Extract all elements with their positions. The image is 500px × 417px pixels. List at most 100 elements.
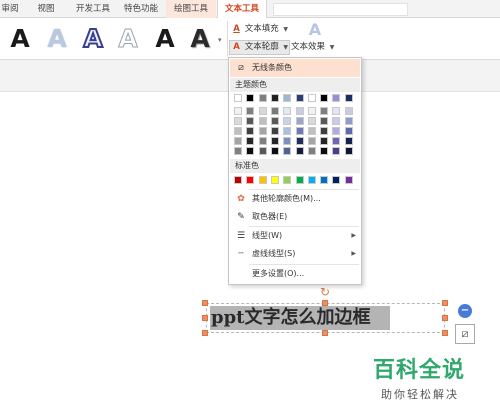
text-effect-icon[interactable]: A <box>302 21 328 38</box>
standard-color-swatch[interactable] <box>332 176 341 184</box>
theme-color-tint-swatch[interactable] <box>295 147 304 155</box>
wordart-style-5[interactable]: A <box>150 23 180 55</box>
resize-handle[interactable] <box>322 330 328 336</box>
standard-color-swatch[interactable] <box>295 176 304 184</box>
text-fill-button[interactable]: A 文本填充 ▼ <box>231 22 288 37</box>
standard-color-swatch[interactable] <box>258 176 267 184</box>
tab-review[interactable]: 审阅 <box>0 0 20 18</box>
theme-color-swatch[interactable] <box>234 94 242 102</box>
tab-special-features[interactable]: 特色功能 <box>118 0 164 18</box>
theme-color-tint-swatch[interactable] <box>270 147 279 155</box>
theme-color-tint-swatch[interactable] <box>307 107 316 115</box>
theme-color-tint-swatch[interactable] <box>320 147 329 155</box>
theme-color-tint-swatch[interactable] <box>332 137 341 145</box>
theme-color-tint-swatch[interactable] <box>246 147 255 155</box>
minus-circle-icon[interactable]: − <box>458 304 472 318</box>
theme-color-tint-swatch[interactable] <box>283 147 292 155</box>
search-input[interactable] <box>273 3 408 16</box>
resize-handle[interactable] <box>442 300 448 306</box>
theme-color-swatch[interactable] <box>258 94 267 102</box>
tab-developer[interactable]: 开发工具 <box>70 0 116 18</box>
theme-color-tint-swatch[interactable] <box>332 117 341 125</box>
resize-handle[interactable] <box>202 300 208 306</box>
rotate-handle-icon[interactable]: ↻ <box>320 286 330 298</box>
theme-color-tint-swatch[interactable] <box>307 137 316 145</box>
theme-color-tint-swatch[interactable] <box>344 107 353 115</box>
theme-color-tint-swatch[interactable] <box>320 127 329 135</box>
theme-color-tint-swatch[interactable] <box>246 137 255 145</box>
resize-handle[interactable] <box>442 315 448 321</box>
theme-color-tint-swatch[interactable] <box>258 107 267 115</box>
theme-color-swatch[interactable] <box>320 94 329 102</box>
theme-color-tint-swatch[interactable] <box>258 117 267 125</box>
standard-color-swatch[interactable] <box>234 176 242 184</box>
theme-color-tint-swatch[interactable] <box>234 147 242 155</box>
menu-item-more-settings[interactable]: 更多设置(O)... <box>230 265 360 283</box>
theme-color-swatch[interactable] <box>307 94 316 102</box>
theme-color-tint-swatch[interactable] <box>258 147 267 155</box>
theme-color-swatch[interactable] <box>246 94 255 102</box>
menu-item-more-outline-colors[interactable]: ✿ 其他轮廓颜色(M)... <box>230 190 360 208</box>
theme-color-tint-swatch[interactable] <box>344 127 353 135</box>
wordart-style-6[interactable]: A <box>185 23 215 55</box>
theme-color-tint-swatch[interactable] <box>283 117 292 125</box>
tab-text-tools[interactable]: 文本工具 <box>217 0 267 19</box>
wordart-style-1[interactable]: A <box>5 23 35 55</box>
resize-handle[interactable] <box>202 315 208 321</box>
gallery-more-icon[interactable]: ▾ <box>218 36 226 44</box>
standard-color-swatch[interactable] <box>307 176 316 184</box>
wordart-style-4[interactable]: A <box>113 23 143 55</box>
standard-color-swatch[interactable] <box>320 176 329 184</box>
resize-handle[interactable] <box>322 300 328 306</box>
theme-color-tint-swatch[interactable] <box>258 137 267 145</box>
standard-color-swatch[interactable] <box>344 176 353 184</box>
resize-handle[interactable] <box>442 330 448 336</box>
theme-color-tint-swatch[interactable] <box>295 117 304 125</box>
theme-color-tint-swatch[interactable] <box>270 127 279 135</box>
theme-color-swatch[interactable] <box>344 94 353 102</box>
theme-color-tint-swatch[interactable] <box>307 127 316 135</box>
theme-color-tint-swatch[interactable] <box>344 117 353 125</box>
theme-color-tint-swatch[interactable] <box>270 137 279 145</box>
theme-color-swatch[interactable] <box>295 94 304 102</box>
theme-color-tint-swatch[interactable] <box>295 127 304 135</box>
standard-color-swatch[interactable] <box>246 176 255 184</box>
menu-item-line-style[interactable]: ☰ 线型(W) ▶ <box>230 227 360 245</box>
wordart-style-2[interactable]: A <box>42 23 72 55</box>
theme-color-tint-swatch[interactable] <box>344 137 353 145</box>
theme-color-tint-swatch[interactable] <box>295 107 304 115</box>
theme-color-tint-swatch[interactable] <box>270 107 279 115</box>
theme-color-tint-swatch[interactable] <box>332 147 341 155</box>
theme-color-tint-swatch[interactable] <box>307 147 316 155</box>
menu-item-no-line-color[interactable]: ⧄ 无线条颜色 <box>230 59 360 77</box>
theme-color-tint-swatch[interactable] <box>320 137 329 145</box>
theme-color-tint-swatch[interactable] <box>234 107 242 115</box>
resize-handle[interactable] <box>202 330 208 336</box>
theme-color-tint-swatch[interactable] <box>320 117 329 125</box>
theme-color-swatch[interactable] <box>332 94 341 102</box>
standard-color-swatch[interactable] <box>283 176 292 184</box>
theme-color-tint-swatch[interactable] <box>234 117 242 125</box>
theme-color-tint-swatch[interactable] <box>270 117 279 125</box>
wordart-style-3[interactable]: A <box>78 23 108 55</box>
theme-color-tint-swatch[interactable] <box>246 127 255 135</box>
theme-color-tint-swatch[interactable] <box>234 137 242 145</box>
theme-color-tint-swatch[interactable] <box>283 127 292 135</box>
theme-color-tint-swatch[interactable] <box>234 127 242 135</box>
theme-color-tint-swatch[interactable] <box>246 117 255 125</box>
text-box-content[interactable]: ppt文字怎么加边框 <box>211 306 371 330</box>
theme-color-swatch[interactable] <box>283 94 292 102</box>
menu-item-eyedropper[interactable]: ✎ 取色器(E) <box>230 208 360 226</box>
theme-color-tint-swatch[interactable] <box>283 107 292 115</box>
theme-color-tint-swatch[interactable] <box>344 147 353 155</box>
menu-item-dash-style[interactable]: ┅ 虚线线型(S) ▶ <box>230 245 360 263</box>
tab-drawing-tools[interactable]: 绘图工具 <box>166 0 216 18</box>
text-effect-button[interactable]: 文本效果 ▼ <box>291 40 334 55</box>
theme-color-tint-swatch[interactable] <box>332 127 341 135</box>
theme-color-tint-swatch[interactable] <box>332 107 341 115</box>
text-outline-button[interactable]: A 文本轮廓 ▼ <box>229 40 291 55</box>
theme-color-tint-swatch[interactable] <box>320 107 329 115</box>
theme-color-tint-swatch[interactable] <box>246 107 255 115</box>
theme-color-tint-swatch[interactable] <box>283 137 292 145</box>
tab-view[interactable]: 视图 <box>28 0 64 18</box>
